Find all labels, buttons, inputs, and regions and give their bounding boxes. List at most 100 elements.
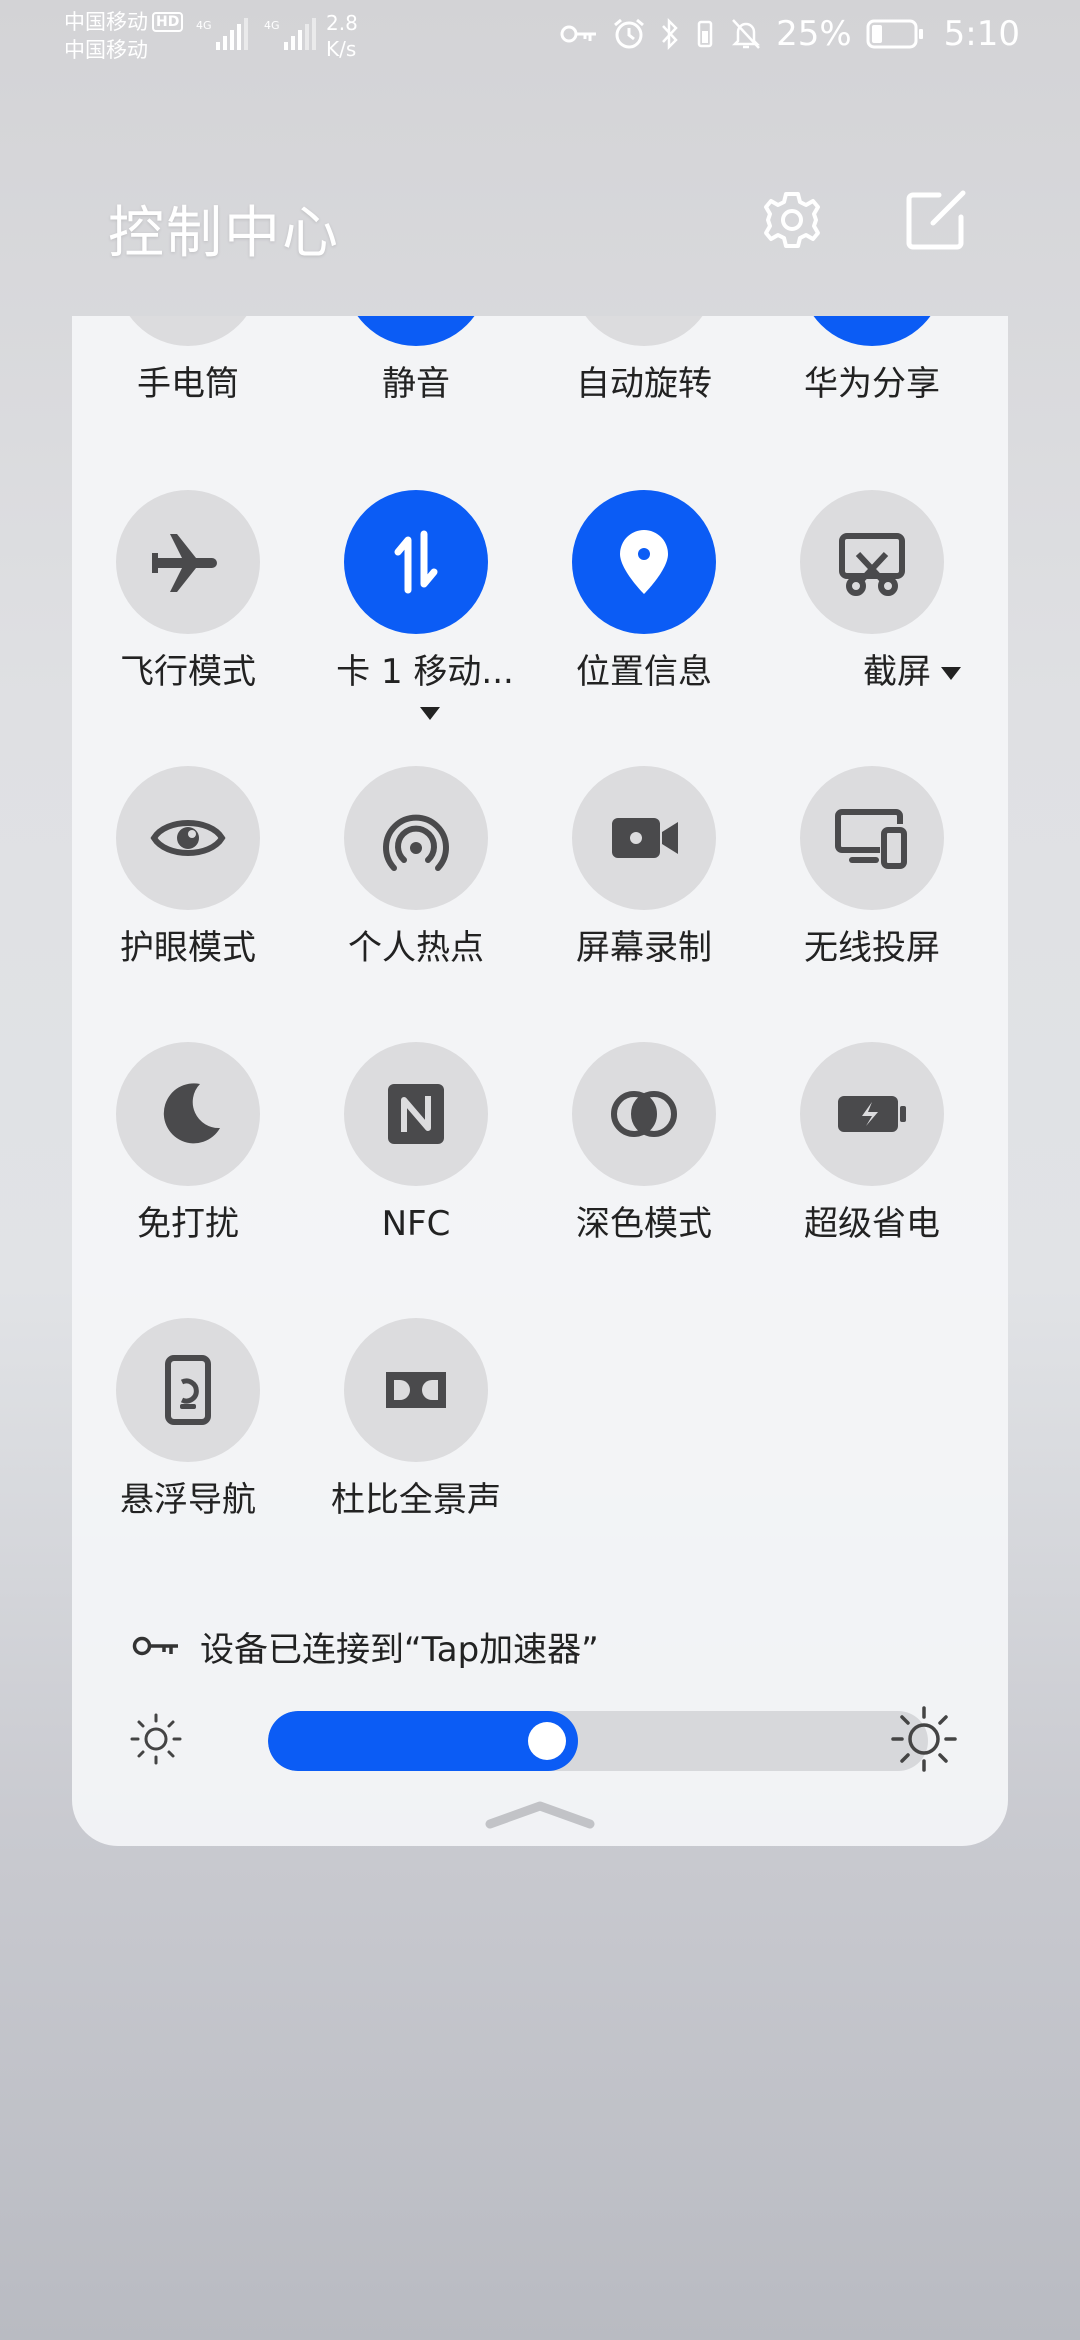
- vibrate-icon: [697, 20, 713, 48]
- carrier-info: 中国移动 HD 中国移动: [64, 8, 184, 64]
- battery-icon: [866, 19, 923, 49]
- tile-label: 华为分享: [758, 364, 986, 404]
- tile-label-text: 静音: [382, 364, 450, 404]
- tile-label: 深色模式: [530, 1204, 758, 1244]
- tile-nfc-button[interactable]: [344, 1042, 488, 1186]
- tile-wireless-projection[interactable]: 无线投屏: [758, 766, 986, 996]
- hd-badge: HD: [152, 12, 184, 32]
- tile-mute-button[interactable]: [344, 316, 488, 346]
- tile-hotspot[interactable]: 个人热点: [302, 766, 530, 996]
- tile-label-text: 位置信息: [576, 652, 712, 692]
- wifi-status-text: 设备已连接到“Tap加速器”: [200, 1629, 599, 1670]
- dolby-icon: [386, 1372, 446, 1408]
- sun-large-icon: [891, 1706, 957, 1772]
- eye-icon: [150, 820, 226, 856]
- tile-label: 飞行模式: [74, 652, 302, 692]
- tile-screen-record[interactable]: 屏幕录制: [530, 766, 758, 996]
- alarm-icon: [614, 18, 645, 49]
- tile-power-saving-button[interactable]: [800, 1042, 944, 1186]
- battery-saver-icon: [838, 1096, 906, 1132]
- wifi-connection-status[interactable]: 设备已连接到“Tap加速器”: [132, 1616, 599, 1676]
- tile-label: 自动旋转: [530, 364, 758, 404]
- tile-location[interactable]: 位置信息: [530, 490, 758, 720]
- carrier-1: 中国移动: [64, 10, 148, 34]
- mute-bell-icon: [732, 19, 761, 49]
- control-panel: 手电筒 静音 自动旋转 华为分享飞行模式 卡 1 移动... 位置信息 截屏护眼模式 个人热点…: [72, 316, 1008, 1846]
- tile-do-not-disturb-button[interactable]: [116, 1042, 260, 1186]
- share-icon: [828, 316, 916, 318]
- tile-label-text: 深色模式: [576, 1204, 712, 1244]
- tile-hotspot-button[interactable]: [344, 766, 488, 910]
- edit-button[interactable]: [900, 184, 972, 256]
- video-camera-icon: [612, 818, 678, 858]
- airplane-icon: [152, 534, 217, 592]
- tile-do-not-disturb[interactable]: 免打扰: [74, 1042, 302, 1272]
- tile-label: 个人热点: [302, 928, 530, 968]
- tile-flashlight[interactable]: 手电筒: [74, 316, 302, 432]
- tile-location-button[interactable]: [572, 490, 716, 634]
- rotate-icon: [600, 316, 688, 318]
- tile-screenshot-button[interactable]: [800, 490, 944, 634]
- tile-nfc[interactable]: NFC: [302, 1042, 530, 1272]
- tile-dolby-button[interactable]: [344, 1318, 488, 1462]
- mute-icon: [372, 316, 460, 318]
- tile-label: 护眼模式: [74, 928, 302, 968]
- tile-eye-comfort-button[interactable]: [116, 766, 260, 910]
- tile-huawei-share-button[interactable]: [800, 316, 944, 346]
- tile-label: 悬浮导航: [74, 1480, 302, 1520]
- status-icons: 25% 5:10: [560, 14, 1020, 54]
- nfc-icon: [388, 1084, 444, 1144]
- tile-power-saving[interactable]: 超级省电: [758, 1042, 986, 1272]
- brightness-slider-thumb[interactable]: [528, 1722, 566, 1760]
- moon-icon: [163, 1083, 220, 1144]
- tile-label-text: 免打扰: [137, 1204, 239, 1244]
- dark-mode-icon: [611, 1091, 677, 1137]
- tile-dolby[interactable]: 杜比全景声: [302, 1318, 530, 1548]
- tile-label: 屏幕录制: [530, 928, 758, 968]
- tile-dark-mode[interactable]: 深色模式: [530, 1042, 758, 1272]
- dropdown-caret-icon[interactable]: [420, 707, 440, 720]
- tile-floating-nav[interactable]: 悬浮导航: [74, 1318, 302, 1548]
- tile-airplane-button[interactable]: [116, 490, 260, 634]
- tile-label-text: NFC: [381, 1204, 451, 1244]
- settings-button[interactable]: [756, 184, 828, 256]
- tile-dark-mode-button[interactable]: [572, 1042, 716, 1186]
- scissors-screenshot-icon: [839, 533, 905, 596]
- tile-label: 杜比全景声: [302, 1480, 530, 1520]
- tile-label: 位置信息: [530, 652, 758, 692]
- page-title: 控制中心: [108, 201, 340, 266]
- tile-label-text: 截屏: [863, 652, 931, 692]
- tile-label-text: 个人热点: [348, 928, 484, 968]
- tile-label-text: 护眼模式: [120, 928, 256, 968]
- clock: 5:10: [943, 14, 1020, 54]
- tile-label-text: 卡 1 移动...: [336, 652, 514, 692]
- dropdown-caret-icon[interactable]: [941, 667, 961, 680]
- control-center-header: 控制中心: [0, 170, 1080, 270]
- flashlight-icon: [144, 316, 232, 318]
- tile-mute[interactable]: 静音: [302, 316, 530, 432]
- gear-icon: [764, 192, 820, 248]
- tile-label: 卡 1 移动...: [330, 652, 520, 732]
- tile-floating-nav-button[interactable]: [116, 1318, 260, 1462]
- tile-huawei-share[interactable]: 华为分享: [758, 316, 986, 432]
- tile-eye-comfort[interactable]: 护眼模式: [74, 766, 302, 996]
- tile-auto-rotate-button[interactable]: [572, 316, 716, 346]
- tile-wireless-projection-button[interactable]: [800, 766, 944, 910]
- tile-screenshot[interactable]: 截屏: [758, 490, 986, 720]
- signal-indicators: 4G 4G: [196, 18, 318, 52]
- tile-mobile-data-button[interactable]: [344, 490, 488, 634]
- tile-airplane[interactable]: 飞行模式: [74, 490, 302, 720]
- tile-flashlight-button[interactable]: [116, 316, 260, 346]
- key-icon: [132, 1636, 178, 1656]
- brightness-slider[interactable]: [268, 1711, 928, 1771]
- sun-small-icon: [130, 1713, 182, 1765]
- signal-1-label: 4G: [196, 19, 212, 32]
- tile-label: 截屏: [798, 652, 1008, 692]
- collapse-handle-icon[interactable]: [482, 1796, 598, 1832]
- tile-label: 无线投屏: [758, 928, 986, 968]
- tile-screen-record-button[interactable]: [572, 766, 716, 910]
- tile-mobile-data[interactable]: 卡 1 移动...: [302, 490, 530, 720]
- status-bar: 中国移动 HD 中国移动 4G 4G 2.8 K/s 25% 5:10: [0, 0, 1080, 80]
- bluetooth-icon: [662, 17, 678, 51]
- tile-auto-rotate[interactable]: 自动旋转: [530, 316, 758, 432]
